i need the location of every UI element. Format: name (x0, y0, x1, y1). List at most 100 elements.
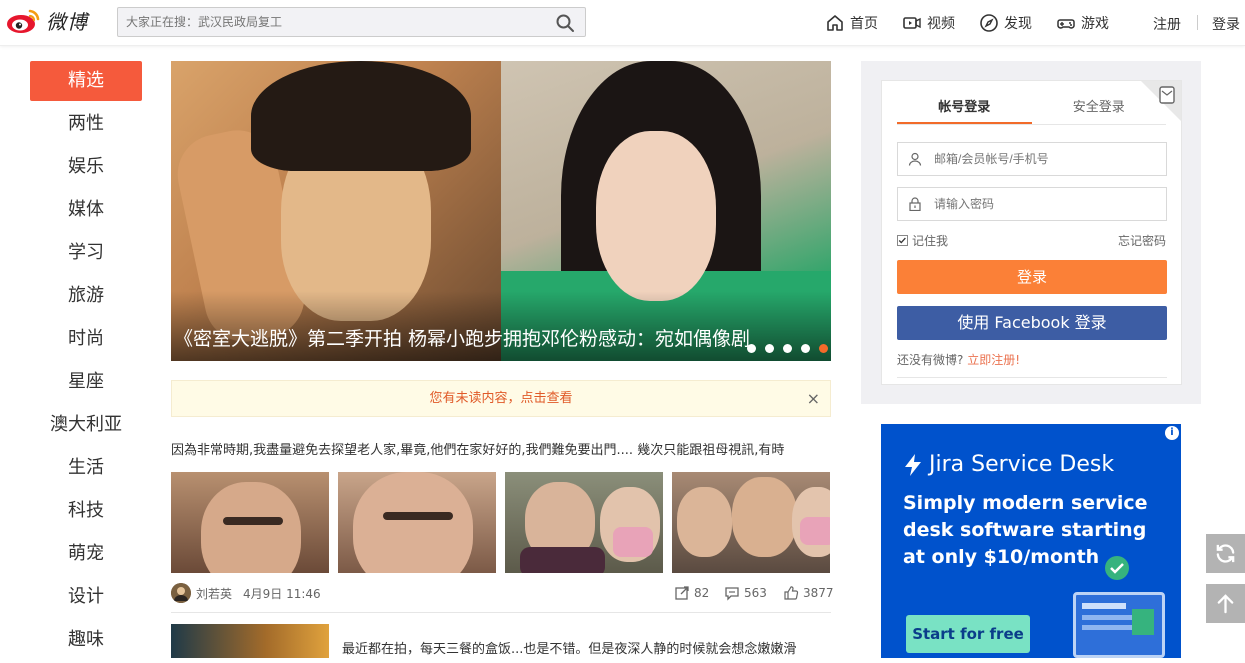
banner-figure-hair-left (251, 61, 471, 171)
sidebar-item-fashion[interactable]: 时尚 (30, 319, 142, 362)
compass-icon (980, 14, 998, 32)
nav-video[interactable]: 视频 (902, 13, 955, 33)
login-link[interactable]: 登录 (1212, 14, 1240, 34)
remember-me-checkbox[interactable]: 记住我 (897, 232, 948, 249)
search-box (117, 7, 586, 37)
top-nav: 首页 视频 发现 游戏 (825, 0, 1133, 46)
banner-dot[interactable] (747, 344, 756, 353)
comment-button[interactable]: 563 (724, 585, 767, 601)
feed-item-text[interactable]: 因為非常時期,我盡量避免去探望老人家,畢竟,他們在家好好的,我們難免要出門...… (171, 439, 831, 459)
sidebar-item-relationships[interactable]: 两性 (30, 104, 142, 147)
sidebar-item-entertainment[interactable]: 娱乐 (30, 147, 142, 190)
register-link[interactable]: 注册 (1153, 14, 1181, 34)
check-icon (1105, 556, 1129, 580)
banner-dots (747, 344, 828, 353)
feed-thumbnail[interactable] (171, 624, 329, 658)
sidebar-item-design[interactable]: 设计 (30, 577, 142, 620)
comment-icon (725, 587, 739, 601)
nav-discover[interactable]: 发现 (979, 13, 1032, 33)
nav-games[interactable]: 游戏 (1056, 13, 1109, 33)
sidebar-item-tech[interactable]: 科技 (30, 491, 142, 534)
ad-brand: Jira Service Desk (903, 452, 1114, 477)
ad-info-icon[interactable]: i (1165, 426, 1179, 440)
share-button[interactable]: 82 (674, 585, 709, 601)
tab-account-login[interactable]: 帐号登录 (897, 91, 1032, 124)
unread-notice[interactable]: 您有未读内容，点击查看 × (171, 380, 831, 417)
tab-secure-login[interactable]: 安全登录 (1032, 91, 1167, 124)
feed-item-thumbnails (171, 472, 831, 573)
back-to-top-button[interactable] (1206, 584, 1245, 623)
refresh-icon (1216, 544, 1235, 563)
unread-notice-text: 您有未读内容，点击查看 (429, 391, 573, 406)
ad-cta-button[interactable]: Start for free (906, 615, 1030, 653)
avatar[interactable] (171, 583, 191, 603)
nav-discover-label: 发现 (1004, 16, 1032, 32)
banner-figure-face-right (596, 131, 716, 301)
signup-prompt: 还没有微博? 立即注册! (897, 351, 1020, 368)
feed-item-meta: 刘若英 4月9日 11:46 82 563 3877 (171, 582, 834, 604)
search-input[interactable] (126, 8, 546, 36)
feed-thumbnail[interactable] (672, 472, 830, 573)
category-sidebar: 精选 两性 娱乐 媒体 学习 旅游 时尚 星座 澳大利亚 生活 科技 萌宠 设计… (30, 61, 142, 663)
sidebar-item-horoscope[interactable]: 星座 (30, 362, 142, 405)
checkbox-checked-icon[interactable] (897, 235, 908, 246)
jira-ad-banner[interactable]: i Jira Service Desk Simply modern servic… (881, 424, 1181, 658)
banner-caption[interactable]: 《密室大逃脱》第二季开拍 杨幂小跑步拥抱邓伦粉感动：宛如偶像剧 (174, 324, 750, 351)
author-name[interactable]: 刘若英 (196, 585, 232, 602)
ad-device-illustration (1073, 592, 1165, 658)
logo-text: 微博 (46, 9, 88, 34)
nav-divider (1197, 15, 1198, 30)
password-field[interactable] (897, 187, 1167, 221)
like-button[interactable]: 3877 (783, 585, 834, 601)
nav-home-label: 首页 (850, 16, 878, 32)
weibo-logo[interactable]: 微博 (6, 5, 88, 35)
lock-icon (909, 197, 921, 211)
featured-banner[interactable]: 《密室大逃脱》第二季开拍 杨幂小跑步拥抱邓伦粉感动：宛如偶像剧 (171, 61, 831, 361)
login-divider (897, 377, 1167, 378)
comment-count: 563 (744, 586, 767, 600)
user-icon (908, 152, 922, 166)
signup-link[interactable]: 立即注册! (967, 353, 1020, 367)
refresh-button[interactable] (1206, 534, 1245, 573)
banner-dot[interactable] (801, 344, 810, 353)
nav-games-label: 游戏 (1081, 16, 1109, 32)
feed-thumbnail[interactable] (338, 472, 496, 573)
sidebar-item-media[interactable]: 媒体 (30, 190, 142, 233)
arrow-up-icon (1217, 594, 1234, 614)
feed-item-text[interactable]: 最近都在拍，每天三餐的盒饭...也是不错。但是夜深人静的时候就会想念嫩嫩滑 (342, 638, 831, 657)
sidebar-item-travel[interactable]: 旅游 (30, 276, 142, 319)
feed-thumbnail[interactable] (505, 472, 663, 573)
facebook-login-button[interactable]: 使用 Facebook 登录 (897, 306, 1167, 340)
username-input[interactable] (934, 143, 1154, 175)
nav-home[interactable]: 首页 (825, 13, 878, 33)
banner-dot[interactable] (783, 344, 792, 353)
login-box: 帐号登录 安全登录 记住我 忘记密码 登录 使用 Facebook 登录 还没有… (881, 80, 1182, 385)
sidebar-item-learning[interactable]: 学习 (30, 233, 142, 276)
feed-thumbnail[interactable] (171, 472, 329, 573)
login-button[interactable]: 登录 (897, 260, 1167, 294)
share-icon (675, 586, 689, 600)
username-field[interactable] (897, 142, 1167, 176)
share-count: 82 (694, 586, 710, 600)
video-icon (903, 17, 921, 29)
sidebar-item-australia[interactable]: 澳大利亚 (30, 405, 142, 448)
top-header: 微博 首页 视频 发现 游戏 注册 登录 (0, 0, 1245, 46)
signup-prompt-text: 还没有微博? (897, 353, 964, 367)
search-icon[interactable] (555, 13, 575, 33)
sidebar-item-fun[interactable]: 趣味 (30, 620, 142, 663)
sidebar-item-featured[interactable]: 精选 (30, 61, 142, 101)
login-panel: 帐号登录 安全登录 记住我 忘记密码 登录 使用 Facebook 登录 还没有… (861, 61, 1201, 404)
forgot-password-link[interactable]: 忘记密码 (1118, 232, 1166, 249)
gamepad-icon (1057, 19, 1075, 29)
banner-dot-active[interactable] (819, 344, 828, 353)
lightning-icon (905, 453, 921, 476)
banner-dot[interactable] (765, 344, 774, 353)
close-icon[interactable]: × (807, 381, 820, 416)
ad-brand-name: Jira Service Desk (929, 452, 1115, 477)
password-input[interactable] (934, 188, 1154, 220)
login-tabs: 帐号登录 安全登录 (897, 91, 1166, 125)
sidebar-item-life[interactable]: 生活 (30, 448, 142, 491)
like-count: 3877 (803, 586, 834, 600)
feed-divider (171, 612, 831, 613)
sidebar-item-pets[interactable]: 萌宠 (30, 534, 142, 577)
